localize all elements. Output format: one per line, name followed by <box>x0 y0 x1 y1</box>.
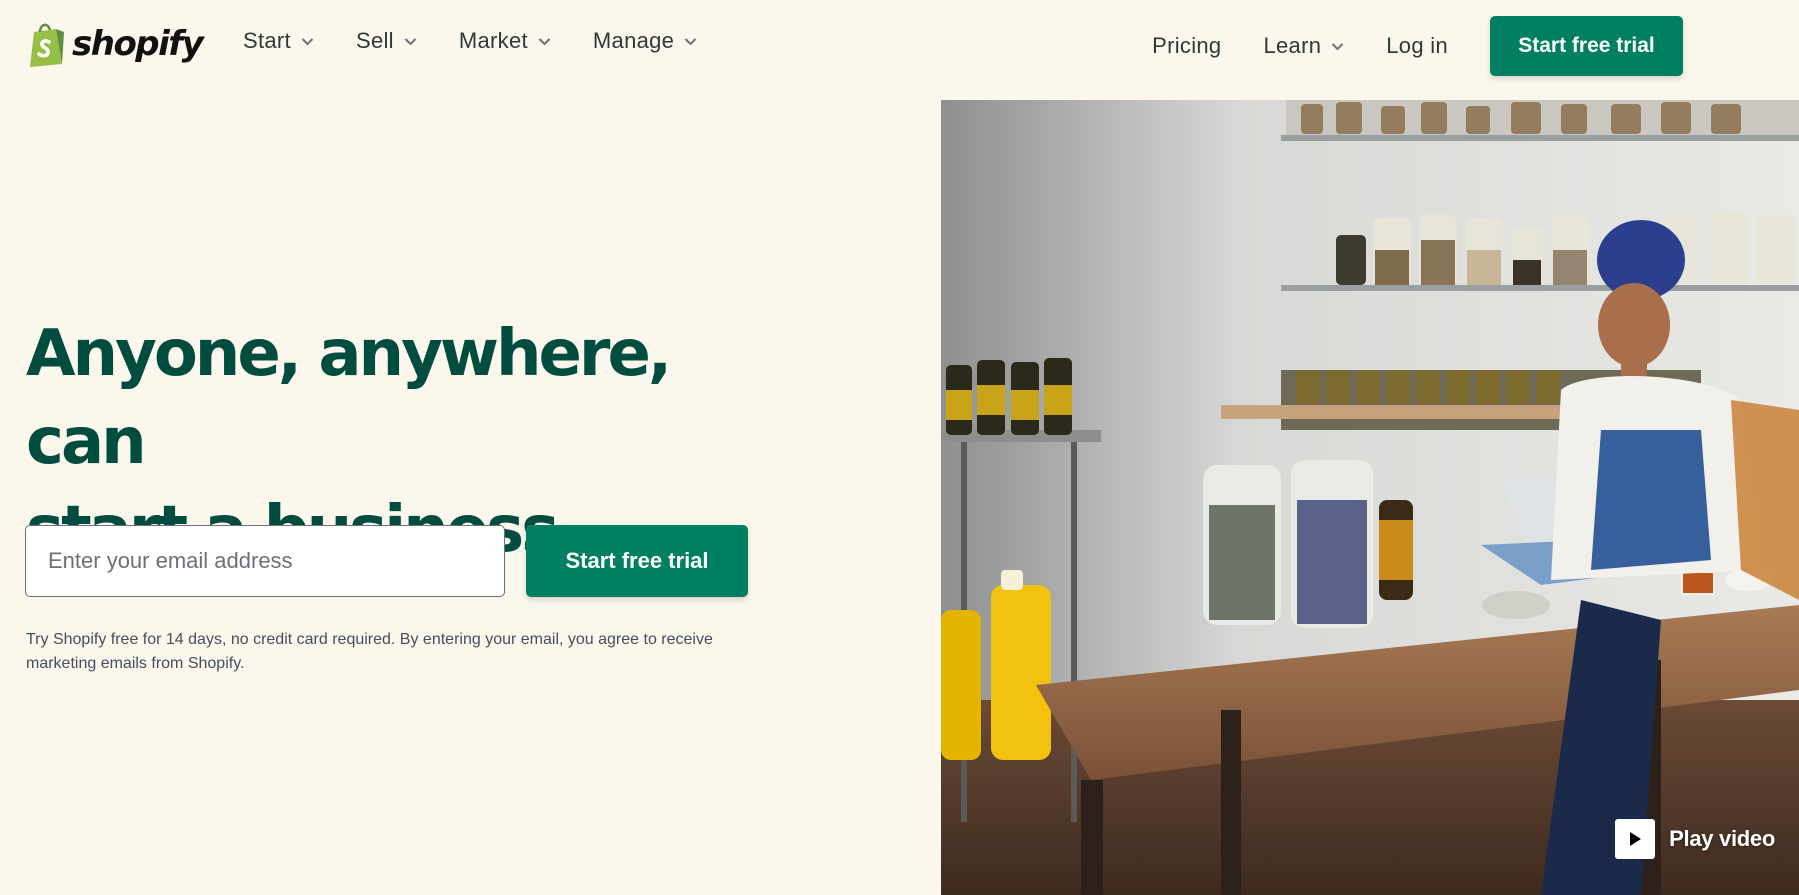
shopping-bag-icon <box>30 23 64 67</box>
chevron-down-icon <box>538 37 551 45</box>
nav-manage-dropdown[interactable]: Manage <box>593 28 697 54</box>
secondary-nav: Pricing Learn Log in Start free trial <box>1152 16 1683 76</box>
brand-wordmark: shopify <box>72 24 204 64</box>
nav-login-label: Log in <box>1386 33 1448 58</box>
play-triangle-icon <box>1630 832 1642 846</box>
play-video-button[interactable]: Play video <box>1615 819 1775 859</box>
header-start-free-trial-button[interactable]: Start free trial <box>1490 16 1683 76</box>
email-input[interactable] <box>25 525 505 597</box>
play-icon <box>1615 819 1656 859</box>
signup-form: Start free trial <box>25 525 748 597</box>
site-header: shopify Start Sell Market Manage Pricing… <box>0 0 1799 92</box>
nav-start-label: Start <box>243 28 291 53</box>
primary-nav: Start Sell Market Manage <box>243 28 697 54</box>
play-video-label: Play video <box>1669 826 1775 851</box>
disclaimer-line2: marketing emails from Shopify. <box>26 655 245 672</box>
chevron-down-icon <box>301 37 314 45</box>
nav-learn-label: Learn <box>1263 33 1322 58</box>
disclaimer-line1: Try Shopify free for 14 days, no credit … <box>26 631 713 648</box>
shopify-homepage: shopify Start Sell Market Manage Pricing… <box>0 0 1799 895</box>
nav-sell-label: Sell <box>355 28 394 53</box>
signup-disclaimer: Try Shopify free for 14 days, no credit … <box>26 628 766 676</box>
nav-login-link[interactable]: Log in <box>1386 33 1448 59</box>
nav-pricing-link[interactable]: Pricing <box>1152 33 1221 59</box>
hero-photo: Play video <box>941 100 1799 895</box>
nav-pricing-label: Pricing <box>1152 33 1222 58</box>
nav-sell-dropdown[interactable]: Sell <box>356 28 417 54</box>
chevron-down-icon <box>685 37 697 45</box>
nav-start-dropdown[interactable]: Start <box>243 28 314 54</box>
hero-heading-line1: Anyone, anywhere, can <box>26 317 672 479</box>
chevron-down-icon <box>404 37 417 45</box>
nav-manage-label: Manage <box>592 28 675 53</box>
hero-photo-illustration <box>941 100 1799 895</box>
nav-market-label: Market <box>458 28 528 53</box>
shopify-logo[interactable]: shopify <box>26 20 204 68</box>
nav-market-dropdown[interactable]: Market <box>459 28 551 54</box>
hero-start-free-trial-button[interactable]: Start free trial <box>526 525 748 597</box>
nav-learn-dropdown[interactable]: Learn <box>1263 33 1344 59</box>
chevron-down-icon <box>1332 42 1344 50</box>
